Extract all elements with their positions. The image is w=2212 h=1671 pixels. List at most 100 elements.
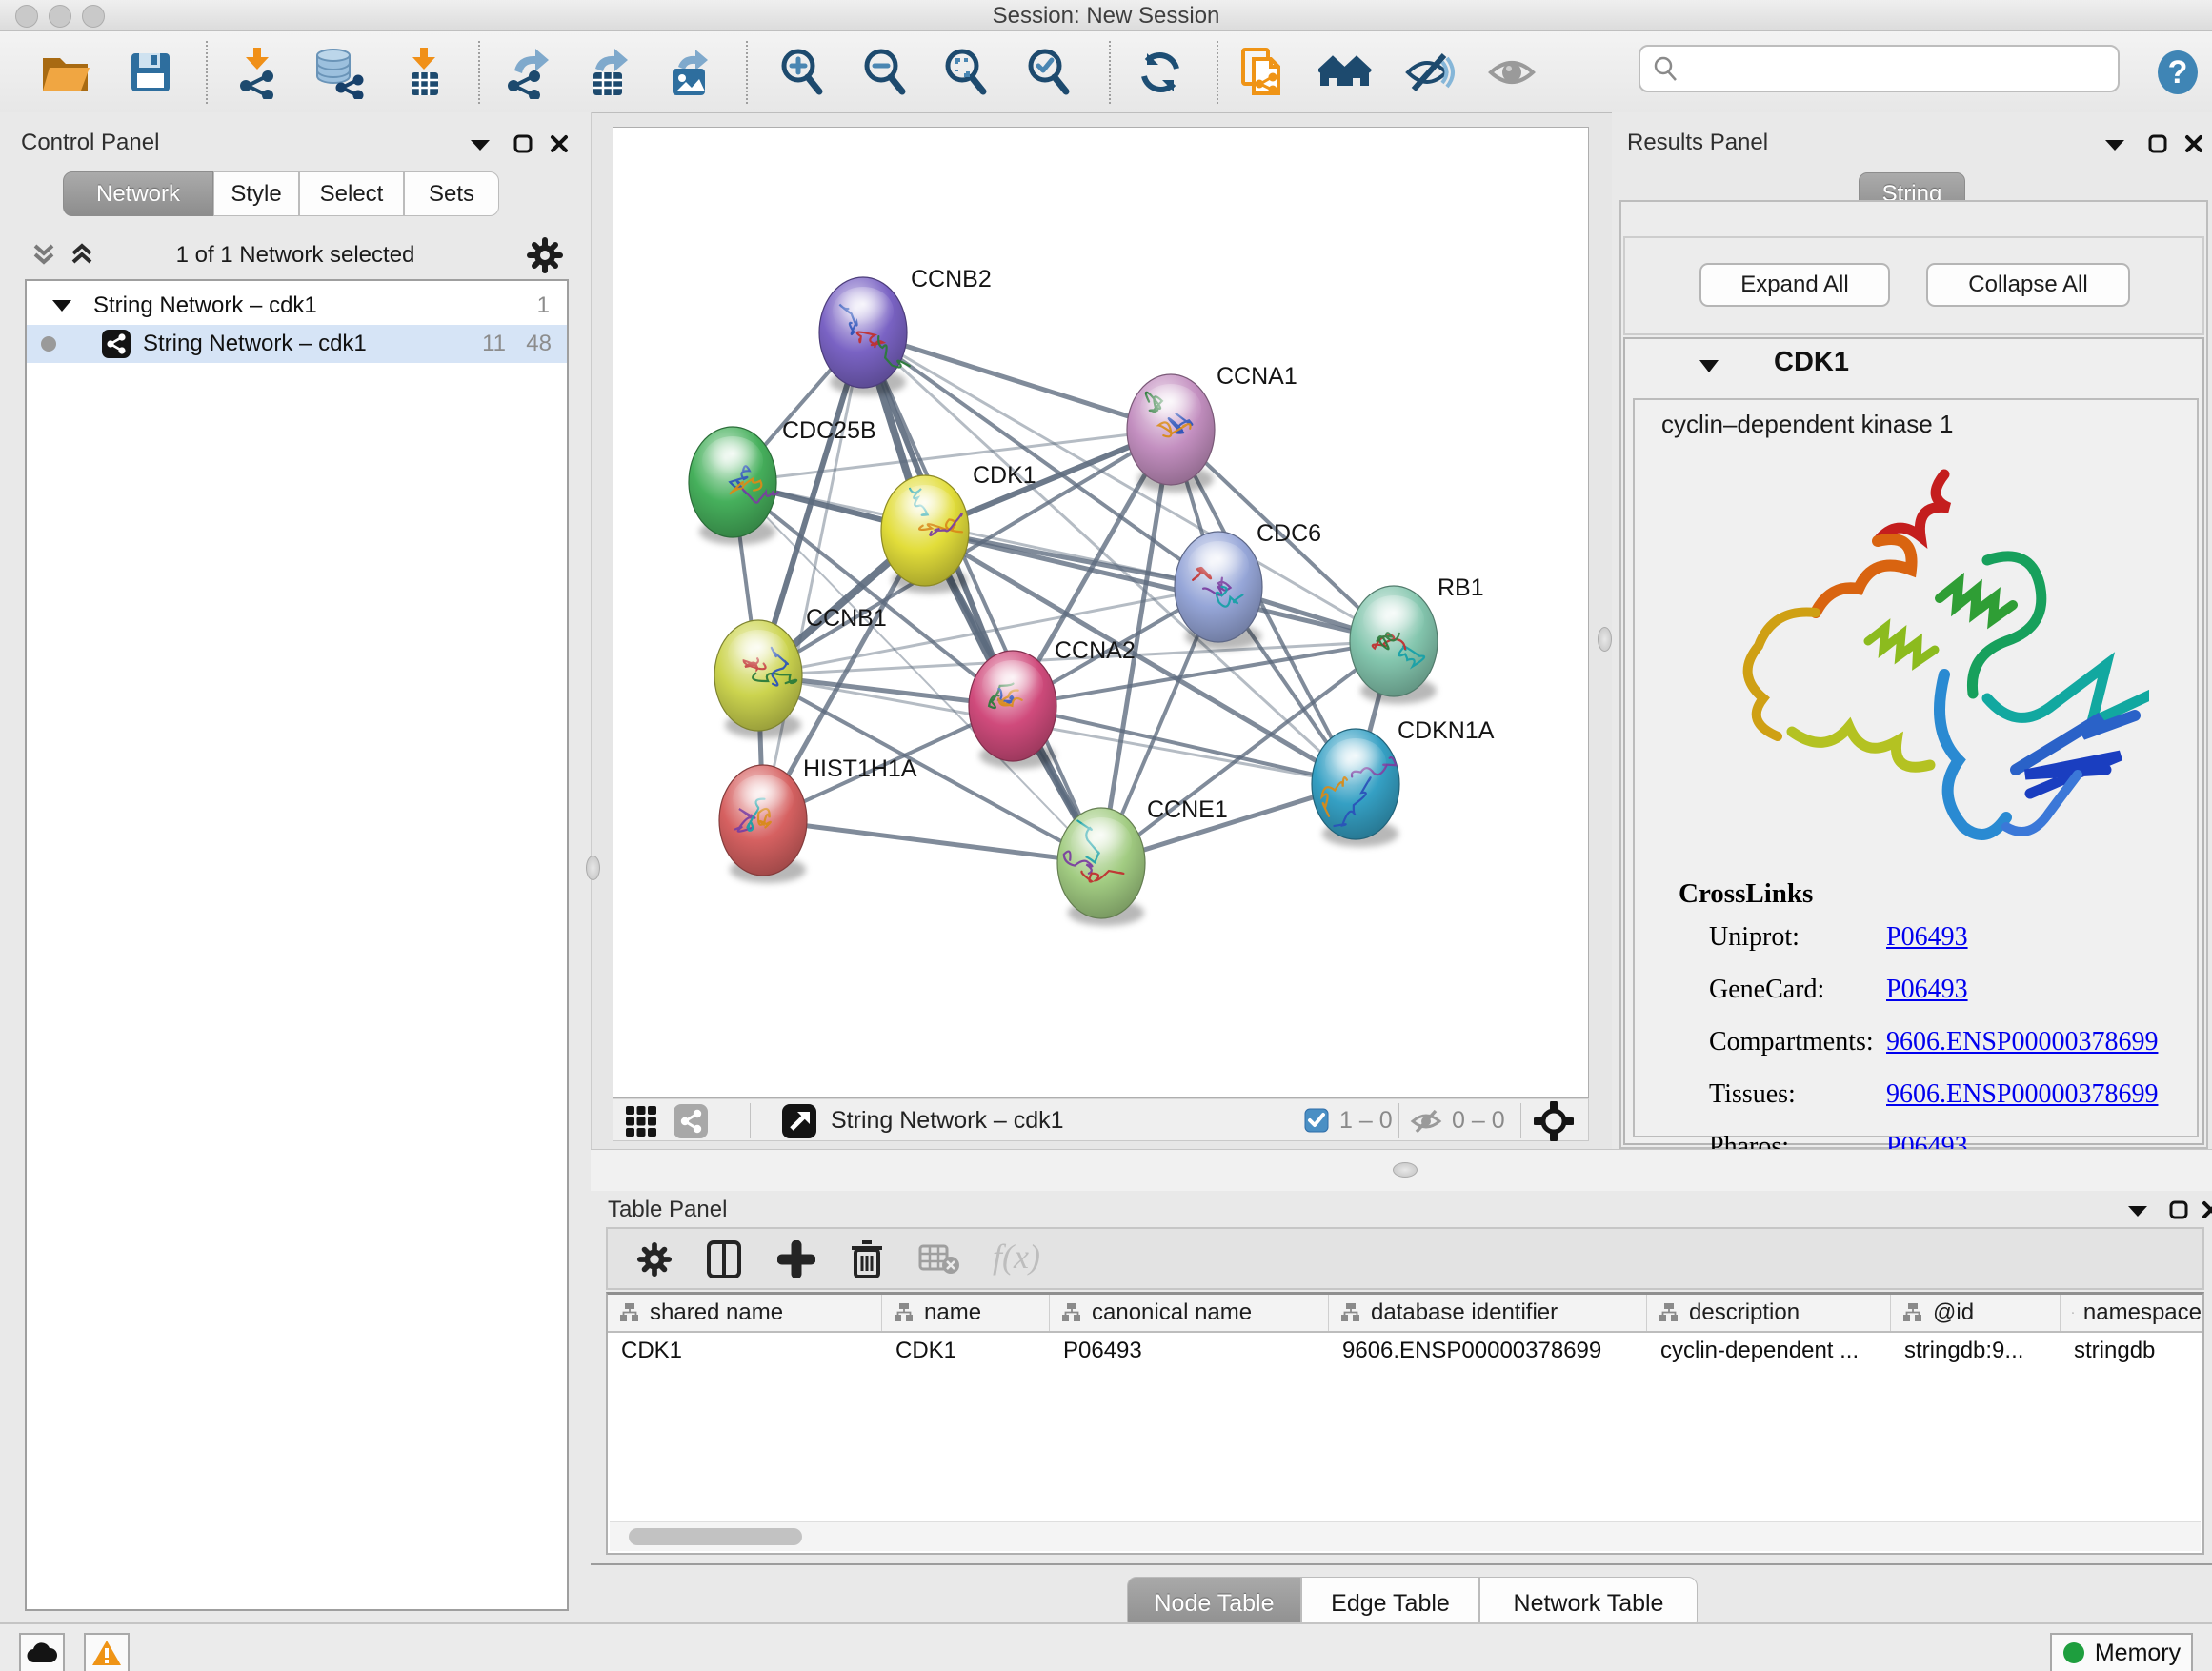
column-header--id[interactable]: @id xyxy=(1891,1295,2061,1331)
panel-close-icon[interactable] xyxy=(2201,1199,2212,1220)
zoom-in-button[interactable] xyxy=(774,44,831,101)
column-header-namespace[interactable]: namespace xyxy=(2061,1295,2202,1331)
crosslink-url[interactable]: 9606.ENSP00000378699 xyxy=(1886,1027,2158,1057)
delete-table-icon[interactable] xyxy=(918,1244,960,1275)
table-cell[interactable]: CDK1 xyxy=(882,1333,1050,1369)
network-edge[interactable] xyxy=(763,820,1101,863)
refresh-layout-button[interactable] xyxy=(1132,44,1189,101)
export-network-button[interactable] xyxy=(499,44,556,101)
left-splitter-grip[interactable] xyxy=(586,856,600,880)
import-table-button[interactable] xyxy=(395,44,452,101)
panel-menu-icon[interactable] xyxy=(2103,137,2126,152)
column-header-name[interactable]: name xyxy=(882,1295,1050,1331)
function-builder-icon[interactable]: f(x) xyxy=(993,1237,1040,1277)
column-header-shared-name[interactable]: shared name xyxy=(608,1295,882,1331)
panel-menu-icon[interactable] xyxy=(2126,1203,2149,1218)
collapse-all-button[interactable]: Collapse All xyxy=(1926,263,2130,307)
selected-checkbox-icon[interactable] xyxy=(1304,1108,1329,1133)
network-node-ccnb2[interactable] xyxy=(819,277,910,395)
network-node-ccna2[interactable] xyxy=(969,651,1056,769)
network-node-cdkn1a[interactable] xyxy=(1312,729,1399,847)
column-type-icon xyxy=(1902,1302,1923,1323)
tab-style[interactable]: Style xyxy=(213,171,299,216)
network-node-cdk1[interactable] xyxy=(881,475,969,594)
network-row[interactable]: String Network – cdk1 11 48 xyxy=(27,325,567,363)
table-cell[interactable]: cyclin-dependent ... xyxy=(1647,1333,1891,1369)
column-header-database-identifier[interactable]: database identifier xyxy=(1329,1295,1647,1331)
detach-view-icon[interactable] xyxy=(781,1103,817,1139)
crosslink-url[interactable]: P06493 xyxy=(1886,975,1968,1005)
panel-menu-icon[interactable] xyxy=(469,137,492,152)
delete-column-trash-icon[interactable] xyxy=(848,1238,886,1280)
birdseye-crosshair-icon[interactable] xyxy=(1534,1101,1574,1141)
network-node-ccne1[interactable] xyxy=(1057,808,1145,926)
string-home-button[interactable] xyxy=(1317,44,1374,101)
collapse-all-chevron-icon[interactable] xyxy=(30,240,57,269)
help-button[interactable]: ? xyxy=(2149,44,2206,101)
panel-float-icon[interactable] xyxy=(513,133,533,154)
show-columns-icon[interactable] xyxy=(705,1239,743,1279)
table-cell[interactable]: CDK1 xyxy=(608,1333,882,1369)
memory-button[interactable]: Memory xyxy=(2050,1633,2193,1671)
export-image-button[interactable] xyxy=(661,44,718,101)
network-edge[interactable] xyxy=(1013,706,1356,784)
network-node-ccna1[interactable] xyxy=(1127,374,1215,493)
table-cell[interactable]: P06493 xyxy=(1050,1333,1329,1369)
export-table-button[interactable] xyxy=(580,44,637,101)
table-cell[interactable]: stringdb xyxy=(2061,1333,2202,1369)
network-label: String Network – cdk1 xyxy=(143,331,367,357)
show-eye-button[interactable] xyxy=(1483,44,1540,101)
network-view-share-icon[interactable] xyxy=(673,1103,709,1139)
grid-view-icon[interactable] xyxy=(625,1105,657,1137)
network-node-cdc6[interactable] xyxy=(1175,532,1262,650)
zoom-out-button[interactable] xyxy=(856,44,914,101)
right-splitter-grip[interactable] xyxy=(1598,627,1612,652)
expand-all-button[interactable]: Expand All xyxy=(1699,263,1890,307)
gear-icon[interactable] xyxy=(526,236,564,274)
search-input[interactable] xyxy=(1688,54,2092,83)
entry-description: cyclin–dependent kinase 1 xyxy=(1661,410,1953,439)
panel-float-icon[interactable] xyxy=(2147,133,2168,154)
zoom-selected-button[interactable] xyxy=(1020,44,1077,101)
network-node-rb1[interactable] xyxy=(1350,586,1438,704)
tree-expander-icon[interactable] xyxy=(51,298,72,313)
warning-status-button[interactable] xyxy=(84,1633,130,1671)
expand-all-chevron-icon[interactable] xyxy=(69,240,95,269)
crosslink-url[interactable]: P06493 xyxy=(1886,922,1968,953)
fit-content-button[interactable] xyxy=(937,44,995,101)
panel-float-icon[interactable] xyxy=(2168,1199,2189,1220)
hide-eye-button[interactable] xyxy=(1400,44,1458,101)
tab-select[interactable]: Select xyxy=(299,171,404,216)
table-cell[interactable]: stringdb:9... xyxy=(1891,1333,2061,1369)
horizontal-splitter-grip[interactable] xyxy=(1393,1162,1418,1178)
tab-network[interactable]: Network xyxy=(63,171,213,216)
network-node-ccnb1[interactable] xyxy=(714,620,802,738)
cloud-status-button[interactable] xyxy=(19,1633,65,1671)
import-network-file-button[interactable] xyxy=(229,44,286,101)
network-edge[interactable] xyxy=(863,332,1101,863)
table-settings-gear-icon[interactable] xyxy=(636,1241,673,1278)
network-node-hist1h1a[interactable] xyxy=(719,765,807,883)
table-cell[interactable]: 9606.ENSP00000378699 xyxy=(1329,1333,1647,1369)
network-collection-row[interactable]: String Network – cdk1 1 xyxy=(27,287,567,325)
entry-expander-icon[interactable] xyxy=(1698,358,1720,374)
panel-close-icon[interactable] xyxy=(2183,133,2204,154)
string-copy-network-button[interactable] xyxy=(1235,44,1292,101)
import-network-database-button[interactable] xyxy=(310,44,367,101)
network-edge[interactable] xyxy=(863,332,1171,430)
tab-sets[interactable]: Sets xyxy=(404,171,499,216)
column-header-canonical-name[interactable]: canonical name xyxy=(1050,1295,1329,1331)
scrollbar-thumb[interactable] xyxy=(629,1528,802,1545)
horizontal-splitter[interactable] xyxy=(591,1149,2212,1193)
open-session-button[interactable] xyxy=(36,44,93,101)
horizontal-scrollbar[interactable] xyxy=(610,1521,2201,1551)
add-column-plus-icon[interactable] xyxy=(777,1240,815,1278)
network-node-cdc25b[interactable] xyxy=(689,427,778,545)
column-header-description[interactable]: description xyxy=(1647,1295,1891,1331)
save-session-button[interactable] xyxy=(122,44,179,101)
table-row[interactable]: CDK1CDK1P064939606.ENSP00000378699cyclin… xyxy=(608,1333,2202,1369)
panel-close-icon[interactable] xyxy=(549,133,570,154)
search-field[interactable] xyxy=(1639,45,2120,92)
network-graph[interactable]: CCNB2CCNA1CDC25BCDK1CDC6RB1CCNB1CCNA2CDK… xyxy=(613,128,1588,1097)
crosslink-url[interactable]: 9606.ENSP00000378699 xyxy=(1886,1079,2158,1110)
